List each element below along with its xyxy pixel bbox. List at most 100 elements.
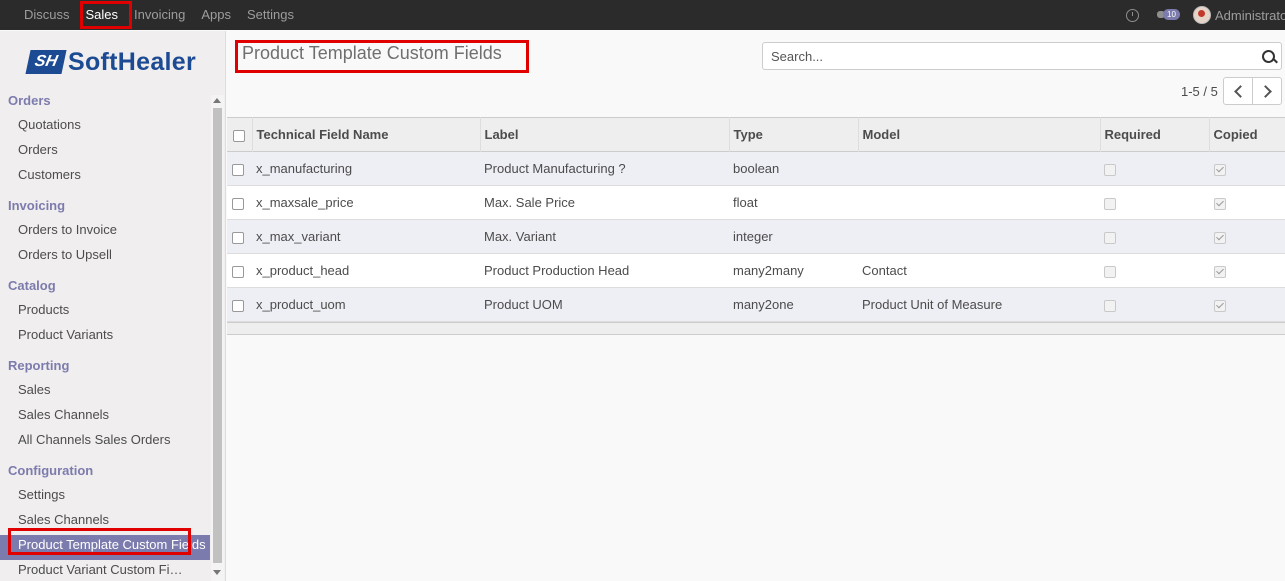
table-row[interactable]: x_product_head Product Production Head m… bbox=[227, 253, 1285, 288]
page-title: Product Template Custom Fields bbox=[242, 43, 502, 63]
section-reporting: Reporting bbox=[8, 358, 70, 373]
systray: 10 Administrator bbox=[1126, 0, 1285, 30]
copied-checkbox bbox=[1214, 163, 1226, 176]
row-select-checkbox[interactable] bbox=[232, 197, 244, 210]
cell-model: Contact bbox=[862, 263, 907, 278]
scroll-thumb[interactable] bbox=[213, 108, 222, 563]
cell-type: float bbox=[733, 195, 758, 210]
menu-sales[interactable]: Sales bbox=[78, 0, 127, 30]
sidebar-item-all-channels-sales-orders[interactable]: All Channels Sales Orders bbox=[0, 430, 188, 455]
copied-checkbox bbox=[1214, 197, 1226, 210]
sidebar-item-product-variant-custom-fields[interactable]: Product Variant Custom Fields bbox=[0, 560, 188, 581]
required-checkbox bbox=[1104, 265, 1116, 278]
sidebar-item-customers[interactable]: Customers bbox=[0, 165, 188, 190]
table-footer bbox=[227, 322, 1285, 335]
menu-settings[interactable]: Settings bbox=[239, 0, 302, 30]
sidebar: SH SoftHealer Orders Quotations Orders C… bbox=[0, 31, 226, 581]
pager-previous-button[interactable] bbox=[1223, 77, 1253, 105]
sidebar-item-settings[interactable]: Settings bbox=[0, 485, 188, 510]
cell-label: Product UOM bbox=[484, 297, 563, 312]
list-view: Technical Field Name Label Type Model Re… bbox=[227, 117, 1285, 335]
fields-table: Technical Field Name Label Type Model Re… bbox=[227, 117, 1285, 322]
app-menu: Discuss Sales Invoicing Apps Settings bbox=[16, 0, 302, 30]
sidebar-item-quotations[interactable]: Quotations bbox=[0, 115, 188, 140]
search-icon[interactable] bbox=[1262, 50, 1275, 63]
messages-icon[interactable]: 10 bbox=[1157, 8, 1180, 22]
required-checkbox bbox=[1104, 299, 1116, 312]
col-required[interactable]: Required bbox=[1099, 117, 1209, 152]
scroll-up-icon[interactable] bbox=[213, 98, 221, 103]
cell-name: x_manufacturing bbox=[256, 161, 353, 176]
cell-model bbox=[858, 152, 1100, 186]
user-avatar[interactable] bbox=[1193, 6, 1211, 24]
section-invoicing: Invoicing bbox=[8, 198, 66, 213]
sidebar-scrollbar[interactable] bbox=[211, 95, 224, 581]
cell-name: x_product_uom bbox=[256, 297, 346, 312]
copied-checkbox bbox=[1214, 231, 1226, 244]
col-technical-field-name[interactable]: Technical Field Name bbox=[251, 117, 480, 152]
select-all-checkbox[interactable] bbox=[233, 129, 245, 142]
cell-type: boolean bbox=[733, 161, 780, 176]
chevron-right-icon bbox=[1259, 85, 1272, 98]
row-select-checkbox[interactable] bbox=[232, 163, 244, 176]
row-select-checkbox[interactable] bbox=[232, 231, 244, 244]
table-row[interactable]: x_manufacturing Product Manufacturing ? … bbox=[227, 151, 1285, 186]
cell-type: many2many bbox=[733, 263, 804, 278]
sidebar-item-orders-to-upsell[interactable]: Orders to Upsell bbox=[0, 245, 188, 270]
copied-checkbox bbox=[1214, 299, 1226, 312]
menu-apps[interactable]: Apps bbox=[193, 0, 239, 30]
col-type[interactable]: Type bbox=[728, 117, 858, 152]
required-checkbox bbox=[1104, 231, 1116, 244]
row-select-checkbox[interactable] bbox=[232, 299, 244, 312]
scroll-down-icon[interactable] bbox=[213, 570, 221, 575]
cell-label: Product Manufacturing ? bbox=[484, 161, 626, 176]
row-select-checkbox[interactable] bbox=[232, 265, 244, 278]
message-count-badge: 10 bbox=[1163, 9, 1180, 20]
search-input[interactable] bbox=[769, 48, 1253, 65]
col-label[interactable]: Label bbox=[479, 117, 729, 152]
cell-name: x_maxsale_price bbox=[256, 195, 354, 210]
sidebar-item-sales-report[interactable]: Sales bbox=[0, 380, 188, 405]
section-catalog: Catalog bbox=[8, 278, 56, 293]
pager-value[interactable]: 1-5 / 5 bbox=[1181, 84, 1218, 99]
sidebar-menu: Orders Quotations Orders Customers Invoi… bbox=[0, 90, 210, 581]
menu-discuss[interactable]: Discuss bbox=[16, 0, 78, 30]
pager-next-button[interactable] bbox=[1252, 77, 1282, 105]
sidebar-item-sales-channels-report[interactable]: Sales Channels bbox=[0, 405, 188, 430]
copied-checkbox bbox=[1214, 265, 1226, 278]
cell-label: Max. Variant bbox=[484, 229, 557, 244]
section-configuration: Configuration bbox=[8, 463, 94, 478]
sidebar-item-orders-to-invoice[interactable]: Orders to Invoice bbox=[0, 220, 188, 245]
table-header: Technical Field Name Label Type Model Re… bbox=[227, 117, 1285, 152]
logo-mark: SH bbox=[25, 50, 67, 74]
sidebar-item-orders[interactable]: Orders bbox=[0, 140, 188, 165]
cell-model bbox=[858, 220, 1100, 254]
cell-name: x_product_head bbox=[256, 263, 350, 278]
activity-clock-icon[interactable] bbox=[1126, 8, 1139, 22]
cell-type: integer bbox=[733, 229, 773, 244]
section-orders: Orders bbox=[8, 93, 51, 108]
menu-invoicing[interactable]: Invoicing bbox=[126, 0, 193, 30]
col-model[interactable]: Model bbox=[857, 117, 1100, 152]
cell-model bbox=[858, 186, 1100, 220]
sidebar-item-product-variants[interactable]: Product Variants bbox=[0, 325, 188, 350]
col-copied[interactable]: Copied bbox=[1208, 117, 1285, 152]
user-name[interactable]: Administrator bbox=[1215, 8, 1285, 23]
table-row[interactable]: x_maxsale_price Max. Sale Price float bbox=[227, 185, 1285, 220]
cell-model: Product Unit of Measure bbox=[862, 297, 1003, 312]
table-row[interactable]: x_max_variant Max. Variant integer bbox=[227, 219, 1285, 254]
chevron-left-icon bbox=[1234, 85, 1247, 98]
sidebar-item-products[interactable]: Products bbox=[0, 300, 188, 325]
cell-name: x_max_variant bbox=[256, 229, 341, 244]
sidebar-item-sales-channels[interactable]: Sales Channels bbox=[0, 510, 188, 535]
cell-label: Product Production Head bbox=[484, 263, 630, 278]
table-row[interactable]: x_product_uom Product UOM many2one Produ… bbox=[227, 287, 1285, 322]
search-box bbox=[762, 42, 1282, 70]
sidebar-item-product-template-custom-fields[interactable]: Product Template Custom Fields bbox=[0, 535, 210, 560]
required-checkbox bbox=[1104, 197, 1116, 210]
logo-word: SoftHealer bbox=[68, 47, 197, 76]
cell-label: Max. Sale Price bbox=[484, 195, 576, 210]
required-checkbox bbox=[1104, 163, 1116, 176]
cell-type: many2one bbox=[733, 297, 794, 312]
top-navbar: Discuss Sales Invoicing Apps Settings 10… bbox=[0, 0, 1285, 30]
